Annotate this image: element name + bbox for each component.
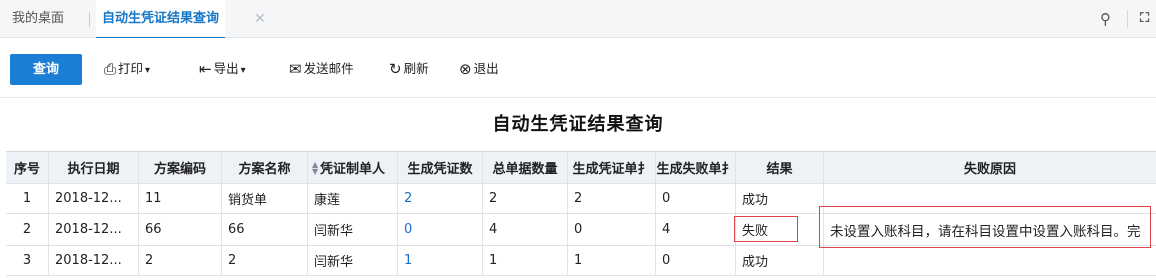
export-icon: ⇤ — [199, 60, 212, 78]
table-header-row: 序号 执行日期 方案编码 方案名称 ▲ ▼ 凭证制单人 生成凭证数 总单据数量 生… — [6, 152, 1156, 184]
column-header[interactable]: 生成凭证数 — [398, 152, 483, 183]
result-table: 序号 执行日期 方案编码 方案名称 ▲ ▼ 凭证制单人 生成凭证数 总单据数量 生… — [6, 151, 1156, 276]
table-cell: 康莲 — [308, 184, 398, 213]
table-cell: 销货单 — [222, 184, 308, 213]
table-cell: 2 — [222, 246, 308, 275]
tab-my-desktop[interactable]: 我的桌面 — [12, 0, 64, 38]
table-cell: 11 — [139, 184, 222, 213]
refresh-button[interactable]: ↻ 刷新 — [389, 58, 429, 80]
table-cell: 66 — [139, 214, 222, 245]
highlight-box-failure-reason — [819, 206, 1151, 248]
print-button[interactable]: ⎙ 打印 ▾ — [104, 58, 150, 80]
table-cell: 0 — [656, 184, 736, 213]
toolbar-divider — [1127, 10, 1128, 28]
voucher-count-link[interactable]: 2 — [398, 184, 483, 213]
table-row[interactable]: 3 2018-12... 2 2 闫新华 1 1 1 0 成功 — [6, 246, 1156, 276]
table-cell: 4 — [656, 214, 736, 245]
table-cell: 0 — [656, 246, 736, 275]
column-header[interactable]: 生成凭证单扌 — [568, 152, 656, 183]
exit-label: 退出 — [473, 61, 499, 76]
print-label: 打印 — [118, 61, 144, 76]
send-mail-button[interactable]: ✉ 发送邮件 — [289, 58, 354, 80]
export-label: 导出 — [213, 61, 239, 76]
failure-reason-cell — [824, 246, 1156, 275]
report-title: 自动生凭证结果查询 — [492, 114, 664, 135]
fullscreen-icon[interactable]: ⛶ — [1140, 0, 1149, 38]
result-cell: 成功 — [736, 184, 824, 213]
table-cell: 2 — [483, 184, 568, 213]
column-header[interactable]: ▲ ▼ 凭证制单人 — [308, 152, 398, 183]
mail-icon: ✉ — [289, 60, 302, 78]
query-button[interactable]: 查询 — [10, 54, 82, 85]
table-cell: 2018-12... — [49, 214, 139, 245]
column-header[interactable]: 方案名称 — [222, 152, 308, 183]
table-cell: 1 — [6, 184, 49, 213]
table-cell: 闫新华 — [308, 214, 398, 245]
printer-icon: ⎙ — [104, 60, 117, 78]
column-header[interactable]: 结果 — [736, 152, 824, 183]
column-header[interactable]: 失败原因 — [824, 152, 1156, 183]
send-mail-label: 发送邮件 — [303, 61, 354, 76]
chevron-down-icon: ▾ — [240, 65, 246, 76]
table-cell: 2018-12... — [49, 184, 139, 213]
table-cell: 2 — [568, 184, 656, 213]
refresh-icon: ↻ — [389, 60, 402, 78]
table-cell: 1 — [568, 246, 656, 275]
table-cell: 2 — [139, 246, 222, 275]
table-cell: 1 — [483, 246, 568, 275]
table-cell: 66 — [222, 214, 308, 245]
tab-voucher-result-query[interactable]: 自动生凭证结果查询 — [96, 0, 226, 39]
column-header[interactable]: 方案编码 — [139, 152, 222, 183]
column-header[interactable]: 生成失败单扌 — [656, 152, 736, 183]
column-header-label: 凭证制单人 — [319, 162, 385, 177]
sort-icon[interactable]: ▲ ▼ — [312, 161, 318, 176]
table-cell: 闫新华 — [308, 246, 398, 275]
table-cell: 2 — [6, 214, 49, 245]
export-button[interactable]: ⇤ 导出 ▾ — [199, 58, 246, 80]
table-cell: 3 — [6, 246, 49, 275]
column-header[interactable]: 总单据数量 — [483, 152, 568, 183]
refresh-label: 刷新 — [403, 61, 429, 76]
close-circle-icon: ⊗ — [459, 60, 472, 78]
voucher-count-link[interactable]: 1 — [398, 246, 483, 275]
table-cell: 4 — [483, 214, 568, 245]
table-cell: 2018-12... — [49, 246, 139, 275]
column-header[interactable]: 序号 — [6, 152, 49, 183]
chevron-down-icon: ▾ — [145, 65, 151, 76]
tab-bar: 我的桌面 自动生凭证结果查询 ✕ ⚲ ⛶ — [0, 0, 1156, 39]
table-cell: 0 — [568, 214, 656, 245]
column-header[interactable]: 执行日期 — [49, 152, 139, 183]
tab-close-icon[interactable]: ✕ — [254, 0, 266, 38]
result-cell: 成功 — [736, 246, 824, 275]
exit-button[interactable]: ⊗ 退出 — [459, 58, 499, 80]
highlight-box-result — [734, 216, 798, 242]
voucher-count-link[interactable]: 0 — [398, 214, 483, 245]
search-icon[interactable]: ⚲ — [1100, 0, 1111, 38]
action-toolbar: 查询 ⎙ 打印 ▾ ⇤ 导出 ▾ ✉ 发送邮件 ↻ 刷新 ⊗ 退出 — [0, 38, 1156, 98]
tab-divider — [89, 12, 90, 27]
